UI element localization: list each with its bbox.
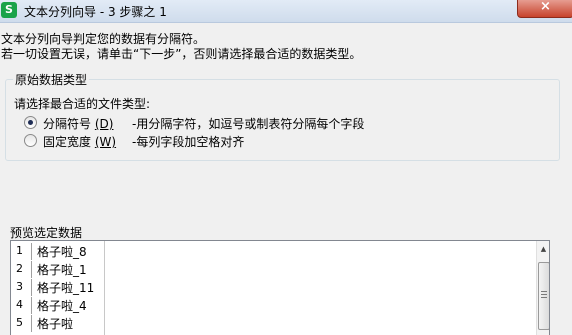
row-number: 2: [16, 262, 23, 275]
description-line-2: 若一切设置无误，请单击“下一步”，否则请选择最合适的数据类型。: [1, 47, 362, 61]
text-import-wizard-dialog: S 文本分列向导 - 3 步骤之 1 × 文本分列向导判定您的数据有分隔符。 若…: [0, 0, 572, 335]
preview-label: 预览选定数据: [10, 226, 83, 240]
radio-button-fixed-width[interactable]: [24, 134, 37, 147]
row-number: 4: [16, 298, 23, 311]
row-number: 1: [16, 244, 23, 257]
row-number-separator: [31, 297, 32, 314]
row-cell: 格子啦_4: [37, 299, 87, 313]
row-cell: 格子啦_11: [37, 281, 95, 295]
original-data-type-group: 原始数据类型 请选择最合适的文件类型: 分隔符号 (D) -用分隔字符，如逗号或…: [5, 71, 560, 161]
row-number-separator: [31, 279, 32, 296]
radio-button-delimited[interactable]: [24, 116, 37, 129]
row-cell: 格子啦: [37, 317, 74, 331]
title-bar[interactable]: S 文本分列向导 - 3 步骤之 1 ×: [0, 0, 572, 23]
row-number-separator: [31, 243, 32, 260]
radio-label-fixed-width[interactable]: 固定宽度 (W): [43, 133, 116, 150]
table-row: 5 格子啦: [11, 315, 536, 332]
fixed-width-hotkey: (W): [94, 135, 117, 149]
row-number: 3: [16, 280, 23, 293]
delimited-description: -用分隔字符，如逗号或制表符分隔每个字段: [132, 117, 365, 131]
grip-icon: [541, 291, 547, 300]
row-number: 5: [16, 316, 23, 329]
window-title: 文本分列向导 - 3 步骤之 1: [24, 5, 167, 19]
row-cell: 格子啦_8: [37, 245, 87, 259]
delimited-label-text: 分隔符号: [43, 117, 92, 131]
preview-pane[interactable]: 1 格子啦_8 2 格子啦_1 3 格子啦_11 4 格子啦_4 5 格子啦 ▲: [10, 240, 550, 335]
scrollbar-thumb[interactable]: [538, 262, 549, 330]
radio-label-delimited[interactable]: 分隔符号 (D): [43, 115, 113, 132]
scroll-up-arrow-icon[interactable]: ▲: [537, 241, 549, 258]
table-row: 2 格子啦_1: [11, 261, 536, 278]
table-row: 3 格子啦_11: [11, 279, 536, 296]
row-number-separator: [31, 315, 32, 332]
close-button[interactable]: ×: [517, 0, 572, 18]
group-legend: 原始数据类型: [13, 71, 90, 88]
table-row: 4 格子啦_4: [11, 297, 536, 314]
app-logo-icon: S: [1, 2, 17, 18]
table-row: 1 格子啦_8: [11, 243, 536, 260]
close-icon: ×: [540, 0, 551, 14]
fixed-width-description: -每列字段加空格对齐: [132, 135, 245, 149]
row-number-separator: [31, 261, 32, 278]
vertical-scrollbar[interactable]: ▲: [536, 241, 549, 335]
row-cell: 格子啦_1: [37, 263, 87, 277]
fixed-width-label-text: 固定宽度: [43, 135, 92, 149]
delimited-hotkey: (D): [94, 117, 114, 131]
file-type-prompt: 请选择最合适的文件类型:: [14, 97, 151, 111]
